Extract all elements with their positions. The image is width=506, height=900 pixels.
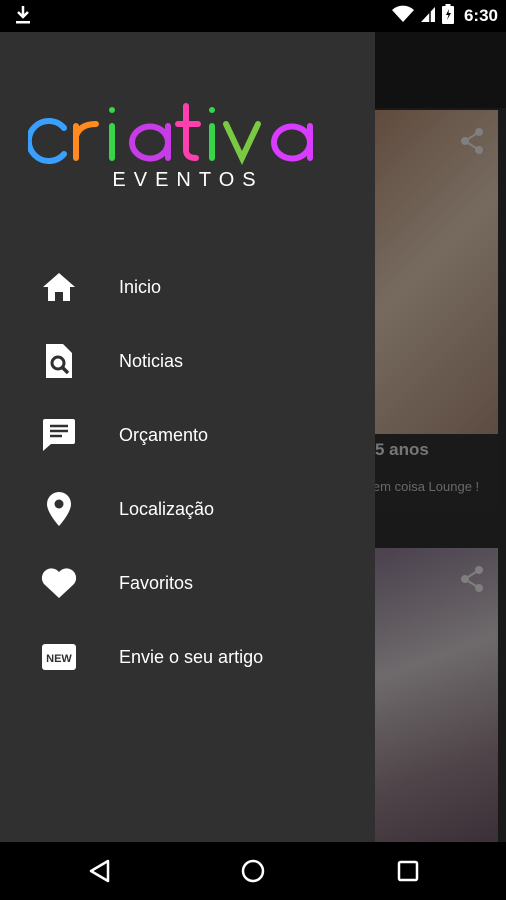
menu-item-noticias[interactable]: Noticias	[0, 324, 375, 398]
download-icon	[14, 5, 32, 30]
message-icon	[40, 416, 78, 454]
location-pin-icon	[40, 490, 78, 528]
menu-item-orcamento[interactable]: Orçamento	[0, 398, 375, 472]
system-nav-bar	[0, 842, 506, 900]
menu-item-label: Envie o seu artigo	[119, 646, 264, 667]
criativa-eventos-logo: EVENTOS	[25, 92, 348, 192]
heart-icon	[40, 564, 78, 602]
signal-icon	[420, 5, 436, 28]
new-badge-icon: NEW	[40, 638, 78, 676]
status-time: 6:30	[463, 6, 498, 25]
menu-item-label: Inicio	[119, 276, 162, 297]
svg-text:EVENTOS: EVENTOS	[112, 169, 263, 191]
menu-item-label: Noticias	[119, 350, 184, 371]
recents-icon[interactable]	[392, 855, 424, 887]
menu-item-envie-artigo[interactable]: NEW Envie o seu artigo	[0, 620, 375, 694]
menu-item-localizacao[interactable]: Localização	[0, 472, 375, 546]
home-icon	[40, 268, 78, 306]
home-circle-icon[interactable]	[237, 855, 269, 887]
wifi-icon	[391, 5, 414, 28]
battery-icon	[441, 3, 454, 29]
svg-text:NEW: NEW	[46, 653, 72, 665]
menu-item-inicio[interactable]: Inicio	[0, 250, 375, 324]
navigation-drawer: EVENTOS Inicio Noticias Orçamento Locali…	[0, 32, 375, 842]
status-bar: 6:30	[0, 0, 506, 32]
menu-item-label: Orçamento	[119, 424, 209, 445]
back-icon[interactable]	[83, 855, 115, 887]
menu-item-favoritos[interactable]: Favoritos	[0, 546, 375, 620]
search-document-icon	[40, 342, 78, 380]
menu-item-label: Localização	[119, 498, 215, 519]
menu-item-label: Favoritos	[119, 572, 194, 593]
